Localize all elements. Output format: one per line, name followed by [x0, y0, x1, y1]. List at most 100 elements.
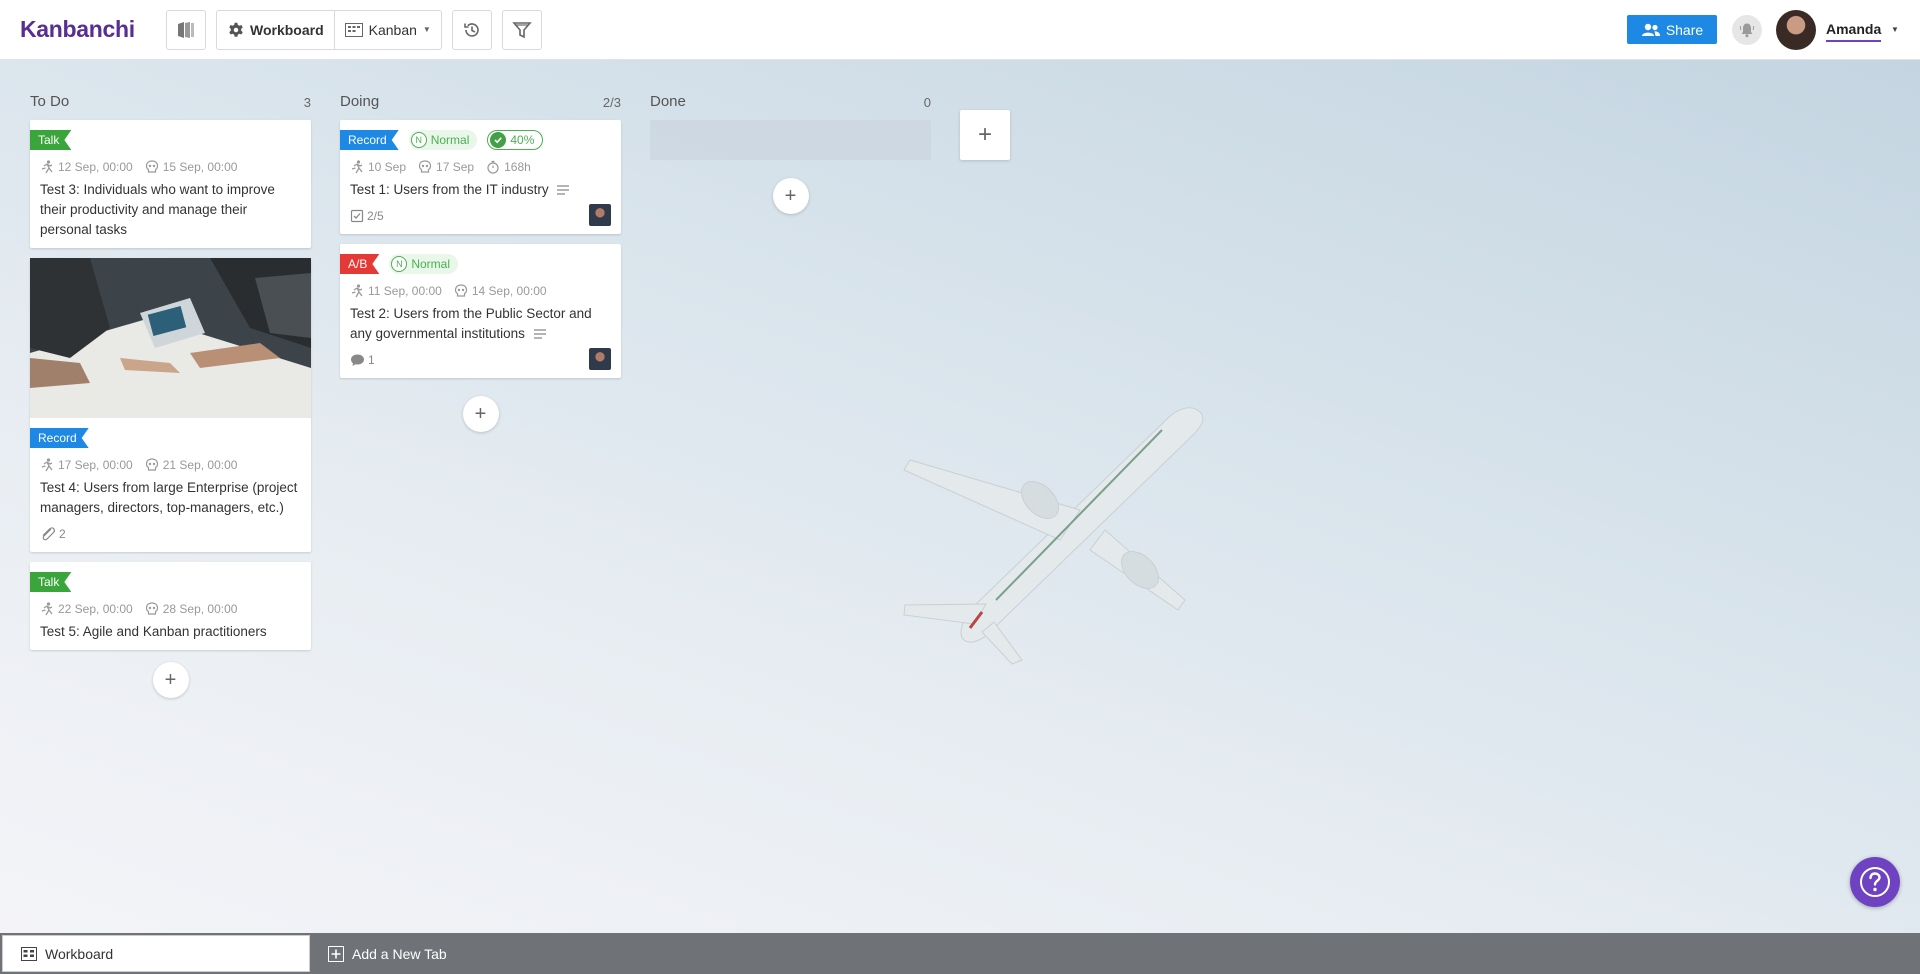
start-date-runner-icon — [351, 284, 363, 298]
add-new-tab-button[interactable]: Add a New Tab — [310, 935, 465, 972]
users-icon — [1641, 23, 1660, 36]
plus-square-icon — [328, 945, 344, 962]
description-icon — [533, 329, 546, 340]
stopwatch-icon — [487, 160, 499, 174]
tab-label: Workboard — [45, 945, 114, 962]
due-date: 15 Sep, 00:00 — [162, 160, 238, 174]
user-menu-chevron-icon[interactable]: ▼ — [1891, 25, 1899, 34]
tag-badge: Record — [340, 130, 399, 150]
comments-count: 1 — [368, 353, 375, 367]
workboard-label: Workboard — [250, 21, 324, 38]
chevron-down-icon: ▼ — [422, 25, 431, 34]
column-title: To Do — [30, 93, 70, 110]
user-name[interactable]: Amanda — [1826, 21, 1882, 42]
bottom-tabs-bar: Workboard Add a New Tab — [0, 933, 1920, 974]
add-column-button[interactable]: + — [960, 110, 1010, 160]
tag-badge: A/B — [340, 254, 379, 274]
card-test-1[interactable]: Record N Normal 40% 10 Sep 17 Sep 168h T… — [340, 120, 621, 234]
share-label: Share — [1665, 21, 1704, 38]
add-card-button[interactable]: + — [462, 396, 499, 432]
check-circle-icon — [490, 132, 507, 148]
history-icon — [464, 22, 479, 37]
start-date-runner-icon — [41, 602, 53, 616]
board-controls: Workboard Kanban ▼ — [216, 9, 442, 50]
boards-icon — [178, 21, 194, 38]
empty-column-placeholder[interactable] — [650, 120, 931, 160]
activity-history-button[interactable] — [451, 9, 492, 50]
add-card-button[interactable]: + — [152, 662, 189, 698]
notifications-button[interactable] — [1732, 15, 1762, 45]
boards-list-button[interactable] — [166, 9, 206, 50]
share-button[interactable]: Share — [1627, 15, 1717, 44]
bell-icon — [1739, 23, 1755, 38]
plus-icon: + — [977, 121, 992, 148]
card-title: Test 2: Users from the Public Sector and… — [350, 306, 592, 341]
due-date-skull-icon — [418, 160, 432, 173]
estimate: 168h — [504, 160, 531, 174]
tag-badge: Record — [30, 428, 89, 448]
plus-icon: + — [164, 668, 177, 691]
column-header[interactable]: Doing 2/3 — [340, 80, 621, 110]
card-title: Test 1: Users from the IT industry — [350, 182, 549, 197]
assignee-avatar[interactable] — [589, 204, 611, 226]
top-bar: Kanbanchi Workboard Kanban ▼ Share Amand… — [0, 0, 1920, 60]
start-date: 11 Sep, 00:00 — [368, 284, 442, 298]
column-count: 2/3 — [602, 95, 621, 110]
card-title: Test 4: Users from large Enterprise (pro… — [40, 480, 298, 515]
help-button[interactable] — [1850, 857, 1900, 907]
column-done: Done 0 + — [650, 60, 931, 214]
due-date-skull-icon — [454, 284, 467, 297]
priority-badge[interactable]: N Normal — [389, 254, 459, 274]
column-title: Doing — [340, 93, 380, 110]
priority-label: Normal — [411, 257, 451, 271]
plus-icon: + — [784, 184, 797, 207]
attachment-paperclip-icon — [42, 527, 55, 541]
view-label: Kanban — [368, 21, 417, 38]
column-count: 0 — [923, 95, 931, 110]
priority-badge[interactable]: N Normal — [408, 130, 478, 150]
due-date: 21 Sep, 00:00 — [162, 458, 238, 472]
card-test-2[interactable]: A/B N Normal 11 Sep, 00:00 14 Sep, 00:00… — [340, 244, 621, 378]
filter-icon — [512, 21, 532, 38]
card-test-4[interactable]: Record 17 Sep, 00:00 21 Sep, 00:00 Test … — [30, 258, 311, 552]
filter-button[interactable] — [501, 9, 542, 50]
start-date-runner-icon — [41, 160, 53, 174]
column-doing: Doing 2/3 Record N Normal 40% 10 Sep 17 … — [340, 60, 621, 432]
user-avatar[interactable] — [1776, 10, 1816, 50]
workboard-settings-button[interactable]: Workboard — [217, 11, 334, 49]
card-title-row: Test 1: Users from the IT industry — [350, 180, 611, 200]
due-date: 28 Sep, 00:00 — [162, 602, 238, 616]
column-title: Done — [650, 93, 686, 110]
start-date: 12 Sep, 00:00 — [58, 160, 133, 174]
card-title: Test 5: Agile and Kanban practitioners — [40, 624, 267, 639]
priority-normal-icon: N — [391, 256, 408, 272]
due-date-skull-icon — [145, 602, 158, 615]
add-card-button[interactable]: + — [772, 178, 809, 214]
assignee-avatar[interactable] — [589, 348, 611, 370]
airplane-background-image — [903, 407, 1204, 665]
add-tab-label: Add a New Tab — [352, 945, 447, 962]
column-todo: To Do 3 Talk 12 Sep, 00:00 15 Sep, 00:00… — [30, 60, 311, 698]
description-icon — [557, 185, 570, 196]
card-title-row: Test 2: Users from the Public Sector and… — [350, 304, 611, 344]
app-logo[interactable]: Kanbanchi — [20, 16, 166, 43]
due-date-skull-icon — [145, 160, 158, 173]
attachments-count: 2 — [59, 527, 66, 541]
column-header[interactable]: Done 0 — [650, 80, 931, 110]
checklist-icon — [350, 209, 364, 223]
tag-badge: Talk — [30, 572, 71, 592]
start-date: 22 Sep, 00:00 — [58, 602, 133, 616]
view-selector[interactable]: Kanban ▼ — [333, 10, 441, 49]
card-test-3[interactable]: Talk 12 Sep, 00:00 15 Sep, 00:00 Test 3:… — [30, 120, 311, 248]
start-date: 10 Sep — [368, 160, 407, 174]
card-test-5[interactable]: Talk 22 Sep, 00:00 28 Sep, 00:00 Test 5:… — [30, 562, 311, 650]
column-header[interactable]: To Do 3 — [30, 80, 311, 110]
comment-icon — [351, 354, 364, 366]
board-tab-icon — [21, 946, 37, 961]
start-date-runner-icon — [351, 160, 363, 174]
card-cover-image — [30, 258, 311, 418]
tag-badge: Talk — [30, 130, 71, 150]
progress-badge[interactable]: 40% — [487, 130, 544, 150]
tab-workboard[interactable]: Workboard — [2, 935, 310, 972]
due-date-skull-icon — [145, 458, 158, 471]
